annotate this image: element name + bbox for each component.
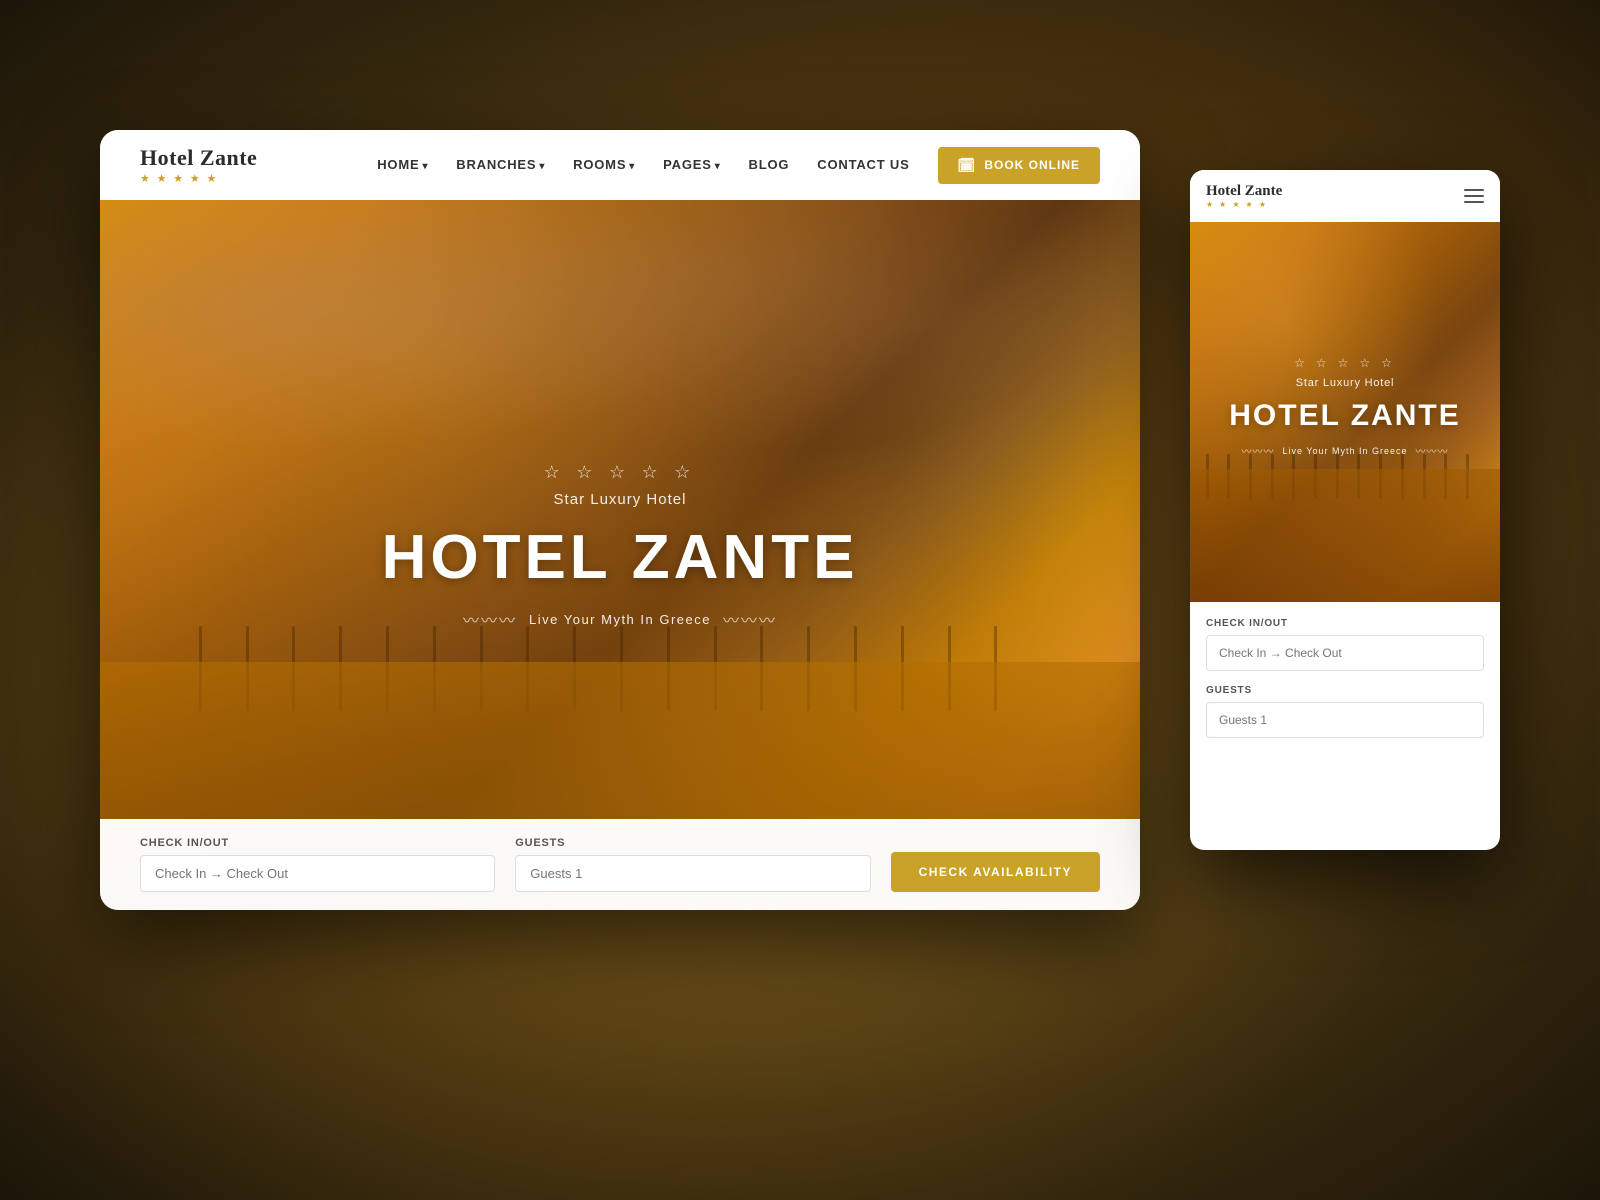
mobile-checkinout-label: Check In/Out (1206, 618, 1484, 629)
desktop-wave-left: 〰〰〰 (463, 607, 517, 631)
mobile-logo-stars: ★ ★ ★ ★ ★ (1206, 200, 1464, 209)
desktop-guests-field: Guests (515, 837, 870, 892)
desktop-hero: ☆ ☆ ☆ ☆ ☆ Star Luxury Hotel HOTEL ZANTE … (100, 200, 1140, 910)
nav-link-pages[interactable]: PAGES▾ (663, 157, 720, 172)
desktop-logo-stars: ★ ★ ★ ★ ★ (140, 172, 257, 185)
book-online-button[interactable]: 🗓 BOOK ONLINE (938, 147, 1100, 184)
desktop-checkinout-field: Check In/Out (140, 837, 495, 892)
hamburger-menu-button[interactable] (1464, 189, 1484, 203)
mobile-checkinout-input[interactable] (1206, 635, 1484, 671)
mobile-hero-stars: ☆ ☆ ☆ ☆ ☆ (1206, 356, 1485, 371)
mobile-mockup: Hotel Zante ★ ★ ★ ★ ★ (1190, 170, 1500, 850)
mobile-wave-right: 〰〰〰 (1416, 443, 1449, 458)
desktop-mockup: Hotel Zante ★ ★ ★ ★ ★ HOME▾ BRANCHES▾ RO… (100, 130, 1140, 910)
mobile-checkinout-field: Check In/Out (1206, 618, 1484, 671)
nav-link-home[interactable]: HOME▾ (377, 157, 428, 172)
nav-link-contact[interactable]: CONTACT US (817, 157, 909, 172)
mobile-nav: Hotel Zante ★ ★ ★ ★ ★ (1190, 170, 1500, 222)
mobile-guests-field: Guests (1206, 685, 1484, 738)
desktop-hero-stars: ☆ ☆ ☆ ☆ ☆ (382, 462, 859, 483)
check-availability-button[interactable]: CHECK AVAILABILITY (891, 852, 1100, 892)
mobile-hero-title: HOTEL ZANTE (1206, 399, 1485, 433)
desktop-booking-bar: Check In/Out Guests CHECK AVAILABILITY (100, 819, 1140, 910)
mobile-hero-subtitle: Star Luxury Hotel (1206, 377, 1485, 389)
mobile-hero-content: ☆ ☆ ☆ ☆ ☆ Star Luxury Hotel HOTEL ZANTE … (1206, 356, 1485, 458)
mobile-booking-panel: Check In/Out Guests (1190, 602, 1500, 768)
nav-link-rooms[interactable]: ROOMS▾ (573, 157, 635, 172)
desktop-nav-links: HOME▾ BRANCHES▾ ROOMS▾ PAGES▾ (377, 156, 909, 174)
desktop-nav: Hotel Zante ★ ★ ★ ★ ★ HOME▾ BRANCHES▾ RO… (100, 130, 1140, 200)
nav-item-branches[interactable]: BRANCHES▾ (456, 156, 545, 174)
hamburger-line-3 (1464, 201, 1484, 203)
desktop-tagline-row: 〰〰〰 Live Your Myth In Greece 〰〰〰 (382, 607, 859, 631)
scene-wrapper: Hotel Zante ★ ★ ★ ★ ★ HOME▾ BRANCHES▾ RO… (100, 110, 1500, 1090)
hamburger-line-2 (1464, 195, 1484, 197)
nav-item-blog[interactable]: BLOG (749, 156, 790, 174)
mobile-water (1190, 469, 1500, 602)
desktop-tagline: Live Your Myth In Greece (529, 612, 711, 627)
desktop-hero-content: ☆ ☆ ☆ ☆ ☆ Star Luxury Hotel HOTEL ZANTE … (382, 462, 859, 631)
hamburger-line-1 (1464, 189, 1484, 191)
desktop-checkinout-input[interactable] (140, 855, 495, 892)
desktop-guests-label: Guests (515, 837, 870, 849)
nav-item-pages[interactable]: PAGES▾ (663, 156, 720, 174)
mobile-logo: Hotel Zante ★ ★ ★ ★ ★ (1206, 183, 1464, 209)
desktop-hero-subtitle: Star Luxury Hotel (382, 491, 859, 508)
calendar-icon: 🗓 (958, 157, 977, 174)
desktop-guests-input[interactable] (515, 855, 870, 892)
mobile-tagline: Live Your Myth In Greece (1282, 445, 1407, 455)
nav-item-contact[interactable]: CONTACT US (817, 156, 909, 174)
desktop-logo-name: Hotel Zante (140, 145, 257, 171)
desktop-wave-right: 〰〰〰 (723, 607, 777, 631)
nav-link-blog[interactable]: BLOG (749, 157, 790, 172)
nav-link-branches[interactable]: BRANCHES▾ (456, 157, 545, 172)
nav-item-rooms[interactable]: ROOMS▾ (573, 156, 635, 174)
mobile-hero: ☆ ☆ ☆ ☆ ☆ Star Luxury Hotel HOTEL ZANTE … (1190, 222, 1500, 602)
desktop-checkinout-label: Check In/Out (140, 837, 495, 849)
mobile-logo-name: Hotel Zante (1206, 183, 1464, 200)
mobile-wave-left: 〰〰〰 (1241, 443, 1274, 458)
desktop-logo: Hotel Zante ★ ★ ★ ★ ★ (140, 145, 257, 185)
nav-item-home[interactable]: HOME▾ (377, 156, 428, 174)
mobile-guests-input[interactable] (1206, 702, 1484, 738)
desktop-hero-title: HOTEL ZANTE (382, 522, 859, 593)
mobile-tagline-row: 〰〰〰 Live Your Myth In Greece 〰〰〰 (1206, 443, 1485, 458)
mobile-guests-label: Guests (1206, 685, 1484, 696)
